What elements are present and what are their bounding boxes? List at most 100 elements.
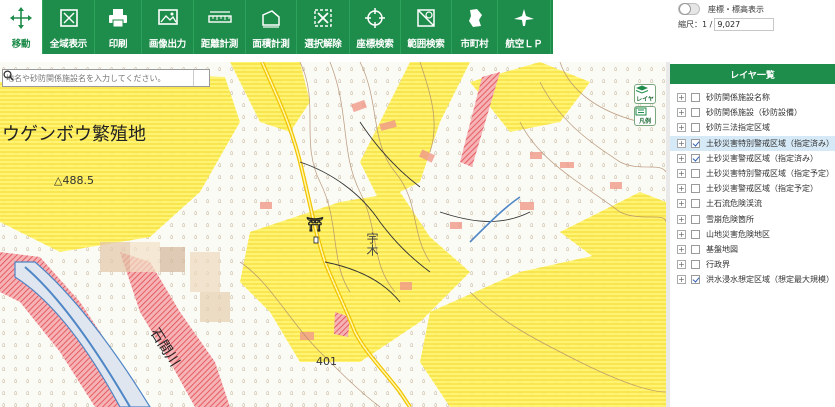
layer-checkbox[interactable]	[691, 229, 700, 239]
layer-label: 土砂災害警戒区域（指定済み）	[706, 153, 818, 163]
printer-icon	[105, 5, 131, 31]
layer-item[interactable]: + 山地災害危険地区	[670, 227, 835, 242]
place-label-uki: 宇木	[365, 232, 379, 256]
image-export-icon	[155, 5, 181, 31]
toolbar-button-range-search[interactable]: 範囲検索	[401, 0, 452, 54]
expand-icon[interactable]: +	[677, 214, 686, 224]
scale-input[interactable]	[714, 18, 775, 31]
layer-checkbox[interactable]	[691, 260, 700, 270]
aerial-lp-icon	[511, 5, 537, 31]
map-view[interactable]: ٥	[0, 62, 666, 407]
layer-label: 砂防関係施設（砂防設備）	[706, 108, 802, 118]
toolbar-button-move[interactable]: 移動	[0, 0, 43, 54]
layer-list: + 砂防関係施設名称 + 砂防関係施設（砂防設備） + 砂防三法指定区域 + 土砂災害特別警戒…	[670, 84, 835, 287]
expand-icon[interactable]: +	[677, 138, 686, 148]
expand-icon[interactable]: +	[677, 108, 686, 118]
toolbar-button-label: 範囲検索	[407, 39, 445, 50]
toolbar-button-label: 距離計測	[200, 39, 239, 50]
layer-item[interactable]: + 行政界	[670, 257, 835, 272]
toolbar-button-crosshair[interactable]: 座標検索	[350, 0, 401, 54]
toolbar-button-label: 座標検索	[356, 39, 394, 50]
expand-icon[interactable]: +	[677, 199, 686, 209]
layer-label: 砂防関係施設名称	[706, 93, 770, 103]
layer-item[interactable]: + 土砂災害特別警戒区域（指定済み）	[670, 135, 835, 151]
layer-item[interactable]: + 砂防関係施設名称	[670, 90, 835, 105]
move-icon	[8, 5, 34, 31]
clear-selection-icon	[310, 5, 336, 31]
legend-icon	[635, 107, 647, 116]
layer-checkbox[interactable]	[691, 153, 700, 163]
layer-item[interactable]: + 雪崩危険箇所	[670, 212, 835, 227]
layer-item[interactable]: + 基盤地図	[670, 242, 835, 257]
main-toolbar: 移動 全域表示 印刷 画像出力 距離計測 面積計測 選択解除 座標検索 範囲検索 市町村 航空ＬＰ	[0, 0, 553, 54]
layer-checkbox[interactable]	[691, 275, 700, 285]
layer-toggle-button[interactable]: レイヤ	[634, 84, 656, 104]
area-measure-icon	[258, 5, 284, 31]
layer-checkbox[interactable]	[691, 93, 700, 103]
toolbar-button-full-extent[interactable]: 全域表示	[43, 0, 95, 54]
layer-item[interactable]: + 土石流危険渓流	[670, 196, 835, 211]
layer-label: 行政界	[706, 260, 730, 270]
layer-item[interactable]: + 砂防関係施設（砂防設備）	[670, 105, 835, 120]
toolbar-button-label: 画像出力	[148, 39, 187, 50]
place-search-box	[2, 69, 210, 87]
toolbar-button-clear-selection[interactable]: 選択解除	[297, 0, 350, 54]
layer-checkbox[interactable]	[691, 138, 700, 148]
toolbar-button-label: 市町村	[460, 39, 489, 50]
expand-icon[interactable]: +	[677, 153, 686, 163]
layer-item[interactable]: + 洪水浸水想定区域（想定最大規模）	[670, 272, 835, 287]
expand-icon[interactable]: +	[677, 229, 686, 239]
expand-icon[interactable]: +	[677, 260, 686, 270]
toggle-label: 座標・標高表示	[708, 4, 764, 14]
toolbar-button-area-measure[interactable]: 面積計測	[246, 0, 297, 54]
coordinate-elevation-toggle[interactable]	[678, 3, 700, 15]
expand-icon[interactable]: +	[677, 184, 686, 194]
layer-button-label: レイヤ	[636, 96, 654, 103]
distance-ruler-icon	[207, 5, 233, 31]
layer-checkbox[interactable]	[691, 108, 700, 118]
crosshair-icon	[362, 5, 388, 31]
toolbar-button-label: 移動	[11, 39, 31, 50]
expand-icon[interactable]: +	[677, 93, 686, 103]
layer-panel: レイヤ一覧 + 砂防関係施設名称 + 砂防関係施設（砂防設備） + 砂防三法指定区域 + 土砂…	[670, 64, 835, 407]
map-canvas[interactable]: ٥	[0, 62, 666, 407]
layer-label: 土石流危険渓流	[706, 199, 762, 209]
layer-checkbox[interactable]	[691, 244, 700, 254]
expand-icon[interactable]: +	[677, 123, 686, 133]
layer-checkbox[interactable]	[691, 169, 700, 179]
toolbar-button-aerial-lp[interactable]: 航空ＬＰ	[498, 0, 551, 54]
layer-item[interactable]: + 土砂災害特別警戒区域（指定予定）	[670, 166, 835, 181]
map-settings: 座標・標高表示 縮尺：1 /	[670, 0, 835, 60]
layer-label: 雪崩危険箇所	[706, 214, 754, 224]
layer-item[interactable]: + 土砂災害警戒区域（指定済み）	[670, 151, 835, 166]
layer-label: 基盤地図	[706, 244, 738, 254]
expand-icon[interactable]: +	[677, 275, 686, 285]
layer-checkbox[interactable]	[691, 214, 700, 224]
full-extent-icon	[56, 5, 82, 31]
toolbar-button-label: 印刷	[108, 39, 128, 50]
layer-item[interactable]: + 砂防三法指定区域	[670, 120, 835, 135]
toolbar-button-distance-ruler[interactable]: 距離計測	[194, 0, 246, 54]
toolbar-button-printer[interactable]: 印刷	[95, 0, 142, 54]
expand-icon[interactable]: +	[677, 169, 686, 179]
expand-icon[interactable]: +	[677, 244, 686, 254]
search-button[interactable]	[3, 70, 209, 86]
legend-button[interactable]: 凡例	[634, 106, 656, 126]
layer-checkbox[interactable]	[691, 184, 700, 194]
layer-checkbox[interactable]	[691, 199, 700, 209]
toolbar-button-image-export[interactable]: 画像出力	[142, 0, 194, 54]
layer-panel-header: レイヤ一覧	[670, 64, 835, 84]
municipality-icon	[462, 5, 488, 31]
layer-checkbox[interactable]	[691, 123, 700, 133]
range-search-icon	[413, 5, 439, 31]
scale-label: 縮尺：1 /	[678, 20, 713, 29]
layer-label: 土砂災害特別警戒区域（指定済み）	[706, 138, 834, 148]
toolbar-button-municipality[interactable]: 市町村	[452, 0, 498, 54]
layer-item[interactable]: + 土砂災害警戒区域（指定予定）	[670, 181, 835, 196]
toolbar-button-label: 選択解除	[304, 39, 342, 50]
toolbar-button-label: 航空ＬＰ	[505, 39, 543, 50]
place-search-input[interactable]	[3, 70, 193, 86]
layer-label: 土砂災害警戒区域（指定予定）	[706, 184, 818, 194]
toolbar-button-label: 全域表示	[49, 39, 88, 50]
legend-button-label: 凡例	[638, 118, 651, 125]
